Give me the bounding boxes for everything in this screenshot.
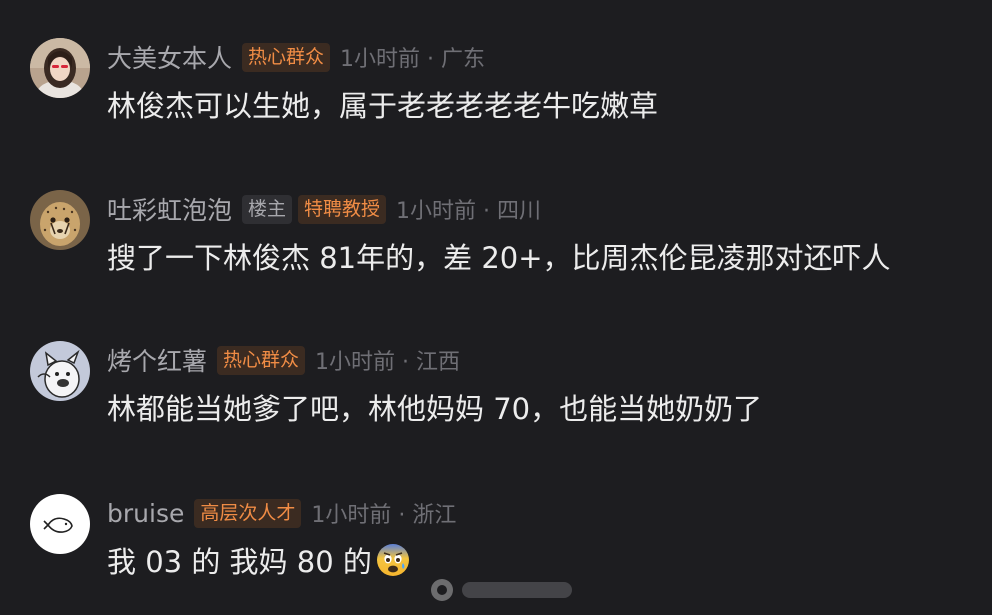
comment-meta: 烤个红薯 热心群众 1小时前 · 江西 [107,343,460,377]
author-badge: 楼主 [242,194,293,224]
comment-text[interactable]: 搜了一下林俊杰 81年的，差 20+，比周杰伦昆凌那对还吓人 [107,235,891,277]
username[interactable]: 吐彩虹泡泡 [107,191,232,227]
comment-time-location: 1小时前 · 浙江 [311,503,457,528]
comment-text[interactable]: 林俊杰可以生她，属于老老老老老牛吃嫩草 [107,83,658,125]
comment-meta: 大美女本人 热心群众 1小时前 · 广东 [107,40,485,74]
user-avatar[interactable] [30,190,90,250]
comment-time-location: 1小时前 · 江西 [315,350,461,375]
fish-doodle-avatar-icon [30,494,90,554]
comment-text-content: 林都能当她爹了吧，林他妈妈 70，也能当她奶奶了 [107,392,763,426]
user-badge: 特聘教授 [298,194,387,224]
comment-text-content: 搜了一下林俊杰 81年的，差 20+，比周杰伦昆凌那对还吓人 [107,241,891,275]
watermark-logo [426,574,586,606]
comment-text-content: 林俊杰可以生她，属于老老老老老牛吃嫩草 [107,89,659,123]
user-avatar[interactable] [30,494,90,554]
comment-text-content: 我 03 的 我妈 80 的 [107,545,372,579]
comment-time-location: 1小时前 · 四川 [396,199,542,224]
username[interactable]: 大美女本人 [107,39,232,75]
comment-text[interactable]: 林都能当她爹了吧，林他妈妈 70，也能当她奶奶了 [107,386,762,428]
comment-meta: 吐彩虹泡泡 楼主 特聘教授 1小时前 · 四川 [107,192,541,226]
woman-photo-avatar-icon [30,38,90,98]
anxious-face-emoji-icon [376,543,410,577]
comment-time-location: 1小时前 · 广东 [340,47,486,72]
comment-meta: bruise 高层次人才 1小时前 · 浙江 [107,496,456,530]
user-avatar[interactable] [30,38,90,98]
comment-text[interactable]: 我 03 的 我妈 80 的 [107,539,410,581]
user-badge: 热心群众 [242,42,331,72]
cheetah-photo-avatar-icon [30,190,90,250]
user-badge: 高层次人才 [194,498,302,528]
username[interactable]: bruise [107,499,184,528]
user-avatar[interactable] [30,341,90,401]
user-badge: 热心群众 [217,345,306,375]
username[interactable]: 烤个红薯 [107,342,207,378]
cartoon-cat-avatar-icon [30,341,90,401]
